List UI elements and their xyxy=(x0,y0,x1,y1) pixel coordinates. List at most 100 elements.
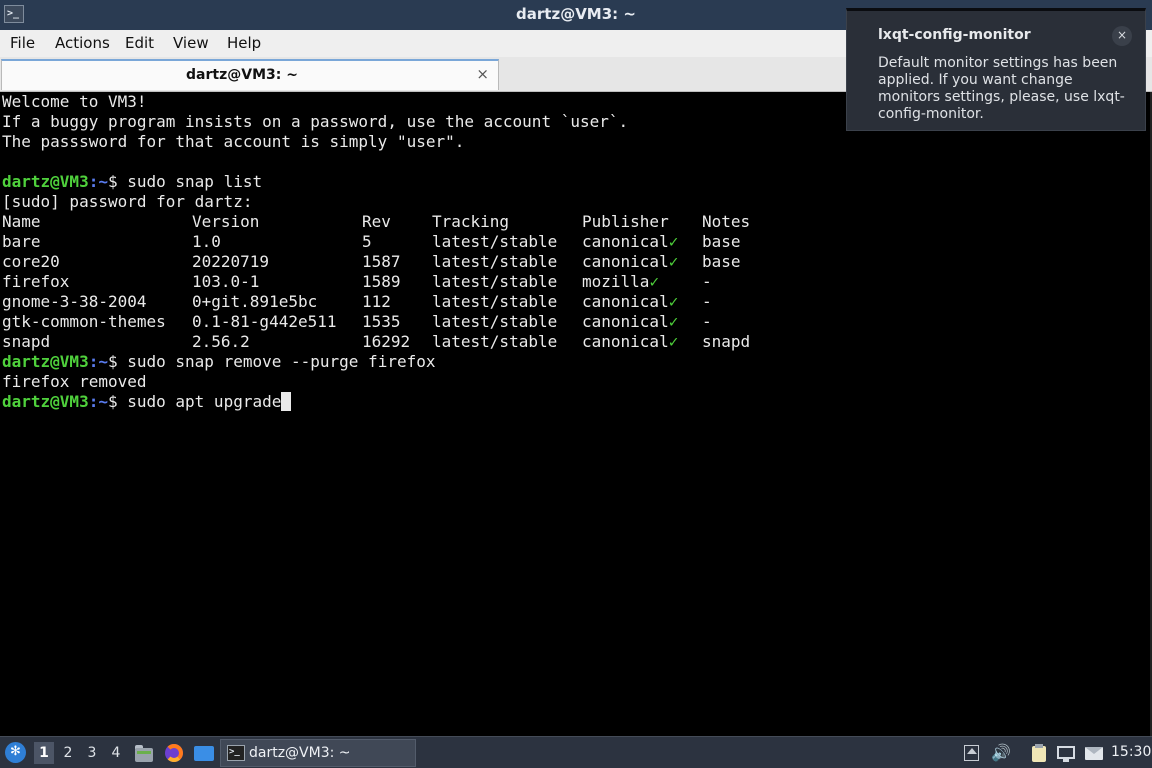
command-output: firefox removed xyxy=(2,372,147,391)
text-cursor xyxy=(281,392,292,411)
clipboard-icon[interactable] xyxy=(1029,743,1049,763)
prompt-suffix: $ xyxy=(107,392,128,411)
terminal-output[interactable]: Welcome to VM3! If a buggy program insis… xyxy=(0,92,1152,736)
snap-publisher: canonical✓ xyxy=(582,232,678,252)
terminal-icon: >_ xyxy=(227,745,245,761)
snap-rev: 1589 xyxy=(362,272,401,291)
tray-arrow-icon[interactable] xyxy=(962,743,982,763)
taskbar-window-button[interactable]: >_ dartz@VM3: ~ xyxy=(220,739,416,767)
table-header: Notes xyxy=(702,212,751,231)
table-row: snapd 2.56.2 16292 latest/stable canonic… xyxy=(2,332,1102,352)
table-row: core20 20220719 1587 latest/stable canon… xyxy=(2,252,1102,272)
menu-edit[interactable]: Edit xyxy=(125,34,154,52)
notification-icon[interactable] xyxy=(1084,743,1104,763)
snap-name: firefox xyxy=(2,272,70,291)
notification-popup[interactable]: lxqt-config-monitor × Default monitor se… xyxy=(846,8,1146,131)
menu-actions[interactable]: Actions xyxy=(55,34,110,52)
prompt-suffix: $ xyxy=(107,352,128,371)
command-line: dartz@VM3:~$ sudo snap remove --purge fi… xyxy=(2,352,435,372)
menu-view[interactable]: View xyxy=(173,34,209,52)
table-header-row: Name Version Rev Tracking Publisher Note… xyxy=(2,212,1102,232)
prompt-user: dartz@VM3 xyxy=(2,352,89,371)
motd-line: The passsword for that account is simply… xyxy=(2,132,465,151)
snap-rev: 5 xyxy=(362,232,372,251)
snap-notes: snapd xyxy=(702,332,751,351)
tab-close-icon[interactable]: × xyxy=(476,65,489,83)
snap-notes: - xyxy=(702,272,712,291)
command-line[interactable]: dartz@VM3:~$ sudo apt upgrade xyxy=(2,392,292,412)
verified-check-icon: ✓ xyxy=(668,312,679,331)
table-header: Publisher xyxy=(582,212,669,231)
menu-file[interactable]: File xyxy=(10,34,35,52)
motd-line: Welcome to VM3! xyxy=(2,92,147,111)
workspace-3[interactable]: 3 xyxy=(82,742,102,764)
snap-rev: 16292 xyxy=(362,332,411,351)
table-header: Tracking xyxy=(432,212,510,231)
snap-version: 2.56.2 xyxy=(192,332,250,351)
verified-check-icon: ✓ xyxy=(668,252,679,271)
snap-version: 0.1-81-g442e511 xyxy=(192,312,337,331)
volume-icon[interactable]: 🔊 xyxy=(991,743,1011,763)
command-line: dartz@VM3:~$ sudo snap list xyxy=(2,172,262,192)
taskbar: ✻ 1 2 3 4 >_ dartz@VM3: ~ 🔊 15:30 xyxy=(0,736,1152,768)
verified-check-icon: ✓ xyxy=(668,292,679,311)
prompt-path: :~ xyxy=(88,172,108,191)
publisher-name: mozilla xyxy=(582,272,650,291)
snap-name: gtk-common-themes xyxy=(2,312,166,331)
prompt-user: dartz@VM3 xyxy=(2,392,89,411)
notification-title: lxqt-config-monitor xyxy=(878,27,1031,43)
snap-version: 1.0 xyxy=(192,232,221,251)
publisher-name: canonical xyxy=(582,292,669,311)
prompt-path: :~ xyxy=(88,352,108,371)
command-text: sudo snap list xyxy=(127,172,263,191)
clock[interactable]: 15:30 xyxy=(1111,744,1151,760)
network-icon[interactable] xyxy=(1056,743,1076,763)
command-input[interactable]: sudo apt upgrade xyxy=(127,392,281,411)
snap-tracking: latest/stable xyxy=(432,292,558,311)
table-header: Version xyxy=(192,212,260,231)
prompt-user: dartz@VM3 xyxy=(2,172,89,191)
table-header: Name xyxy=(2,212,41,231)
snap-tracking: latest/stable xyxy=(432,272,558,291)
publisher-name: canonical xyxy=(582,332,669,351)
sudo-prompt: [sudo] password for dartz: xyxy=(2,192,253,211)
snap-tracking: latest/stable xyxy=(432,332,558,351)
workspace-1[interactable]: 1 xyxy=(34,742,54,764)
file-manager-icon[interactable] xyxy=(133,742,155,764)
snap-notes: - xyxy=(702,292,712,311)
menu-help[interactable]: Help xyxy=(227,34,261,52)
workspace-2[interactable]: 2 xyxy=(58,742,78,764)
prompt-path: :~ xyxy=(88,392,108,411)
table-row: bare 1.0 5 latest/stable canonical✓ base xyxy=(2,232,1102,252)
table-row: firefox 103.0-1 1589 latest/stable mozil… xyxy=(2,272,1102,292)
table-row: gnome-3-38-2004 0+git.891e5bc 112 latest… xyxy=(2,292,1102,312)
show-desktop-icon[interactable] xyxy=(193,742,215,764)
snap-tracking: latest/stable xyxy=(432,252,558,271)
notification-close-icon[interactable]: × xyxy=(1112,26,1132,46)
snap-rev: 112 xyxy=(362,292,391,311)
snap-publisher: canonical✓ xyxy=(582,312,678,332)
lxqt-start-icon[interactable]: ✻ xyxy=(5,742,26,763)
snap-name: snapd xyxy=(2,332,51,351)
snap-publisher: canonical✓ xyxy=(582,292,678,312)
snap-notes: - xyxy=(702,312,712,331)
snap-publisher: mozilla✓ xyxy=(582,272,659,292)
snap-publisher: canonical✓ xyxy=(582,332,678,352)
snap-notes: base xyxy=(702,252,741,271)
snap-name: core20 xyxy=(2,252,60,271)
notification-body: Default monitor settings has been applie… xyxy=(878,55,1125,122)
snap-version: 20220719 xyxy=(192,252,270,271)
publisher-name: canonical xyxy=(582,232,669,251)
workspace-4[interactable]: 4 xyxy=(106,742,126,764)
verified-check-icon: ✓ xyxy=(649,272,660,291)
terminal-tab[interactable]: dartz@VM3: ~ × xyxy=(1,59,499,90)
command-text: sudo snap remove --purge firefox xyxy=(127,352,436,371)
firefox-icon[interactable] xyxy=(163,742,185,764)
publisher-name: canonical xyxy=(582,252,669,271)
prompt-suffix: $ xyxy=(107,172,128,191)
snap-version: 0+git.891e5bc xyxy=(192,292,318,311)
snap-name: bare xyxy=(2,232,41,251)
taskbar-window-label: dartz@VM3: ~ xyxy=(249,745,351,761)
verified-check-icon: ✓ xyxy=(668,332,679,351)
snap-publisher: canonical✓ xyxy=(582,252,678,272)
